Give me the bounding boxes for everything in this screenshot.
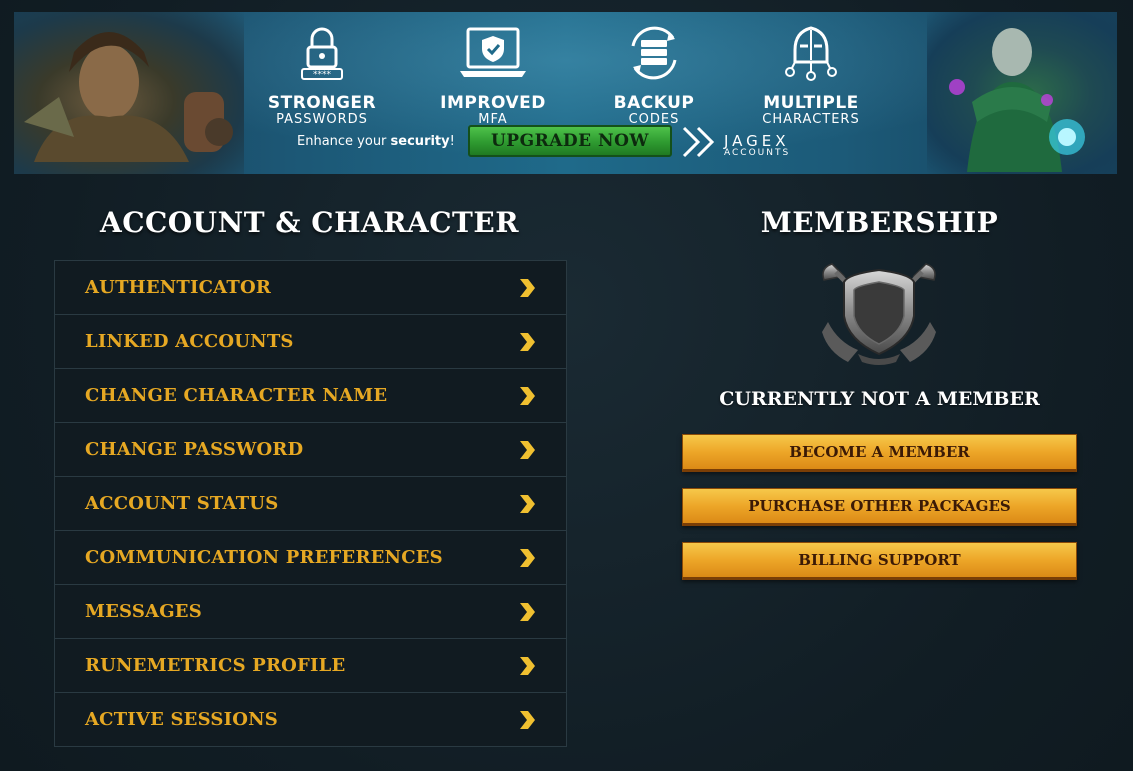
enhance-bold: security bbox=[390, 134, 450, 149]
menu-item-label: ACTIVE SESSIONS bbox=[85, 709, 278, 730]
helmet-characters-icon bbox=[785, 26, 837, 81]
feature-title: IMPROVED bbox=[440, 93, 546, 113]
chevron-right-icon bbox=[520, 603, 535, 621]
menu-item-label: CHANGE PASSWORD bbox=[85, 439, 304, 460]
chevron-right-icon bbox=[520, 495, 535, 513]
chevron-right-icon bbox=[520, 657, 535, 675]
menu-item-label: AUTHENTICATOR bbox=[85, 277, 271, 298]
menu-item-change-password[interactable]: CHANGE PASSWORD bbox=[55, 423, 566, 477]
menu-item-change-character-name[interactable]: CHANGE CHARACTER NAME bbox=[55, 369, 566, 423]
brand-sub: ACCOUNTS bbox=[724, 148, 791, 158]
membership-emblem-icon bbox=[822, 263, 936, 365]
membership-heading: MEMBERSHIP bbox=[760, 206, 999, 239]
mage-hero-illustration bbox=[927, 12, 1117, 174]
menu-item-label: LINKED ACCOUNTS bbox=[85, 331, 294, 352]
feature-title: STRONGER bbox=[267, 93, 377, 113]
feature-backup-codes: BACKUP CODES bbox=[579, 24, 729, 128]
feature-subtitle: PASSWORDS bbox=[276, 112, 368, 127]
chevron-right-icon bbox=[520, 441, 535, 459]
menu-item-messages[interactable]: MESSAGES bbox=[55, 585, 566, 639]
billing-support-button[interactable]: BILLING SUPPORT bbox=[682, 542, 1077, 580]
menu-item-account-status[interactable]: ACCOUNT STATUS bbox=[55, 477, 566, 531]
menu-item-runemetrics-profile[interactable]: RUNEMETRICS PROFILE bbox=[55, 639, 566, 693]
brand-word: JAGEX bbox=[724, 132, 790, 150]
chevron-right-icon bbox=[520, 279, 535, 297]
feature-title: BACKUP bbox=[613, 93, 695, 113]
menu-item-label: CHANGE CHARACTER NAME bbox=[85, 385, 388, 406]
feature-improved-mfa: IMPROVED MFA bbox=[418, 24, 568, 128]
account-menu: AUTHENTICATOR LINKED ACCOUNTS CHANGE CHA… bbox=[54, 260, 567, 747]
purchase-other-packages-button[interactable]: PURCHASE OTHER PACKAGES bbox=[682, 488, 1077, 526]
feature-multiple-characters: MULTIPLE CHARACTERS bbox=[736, 24, 886, 128]
upgrade-now-button[interactable]: UPGRADE NOW bbox=[468, 125, 672, 157]
feature-title: MULTIPLE bbox=[763, 93, 859, 113]
membership-status-text: CURRENTLY NOT A MEMBER bbox=[719, 388, 1040, 410]
menu-item-authenticator[interactable]: AUTHENTICATOR bbox=[55, 261, 566, 315]
chevron-right-icon bbox=[520, 387, 535, 405]
account-character-heading: ACCOUNT & CHARACTER bbox=[100, 206, 519, 239]
menu-item-label: COMMUNICATION PREFERENCES bbox=[85, 547, 443, 568]
jagex-logo-icon bbox=[682, 126, 716, 166]
enhance-security-text: Enhance your security! bbox=[297, 134, 455, 149]
become-member-button[interactable]: BECOME A MEMBER bbox=[682, 434, 1077, 472]
chevron-right-icon bbox=[520, 333, 535, 351]
warrior-hero-illustration bbox=[14, 12, 244, 174]
enhance-suffix: ! bbox=[449, 134, 455, 149]
svg-text:****: **** bbox=[313, 70, 332, 80]
menu-item-label: RUNEMETRICS PROFILE bbox=[85, 655, 346, 676]
menu-item-communication-preferences[interactable]: COMMUNICATION PREFERENCES bbox=[55, 531, 566, 585]
menu-item-label: ACCOUNT STATUS bbox=[85, 493, 279, 514]
backup-codes-icon bbox=[631, 26, 677, 80]
enhance-prefix: Enhance your bbox=[297, 134, 391, 149]
menu-item-active-sessions[interactable]: ACTIVE SESSIONS bbox=[55, 693, 566, 746]
feature-stronger-passwords: **** STRONGER PASSWORDS bbox=[247, 24, 397, 128]
menu-item-label: MESSAGES bbox=[85, 601, 202, 622]
jagex-accounts-logo: JAGEX ACCOUNTS bbox=[682, 126, 790, 166]
chevron-right-icon bbox=[520, 711, 535, 729]
chevron-right-icon bbox=[520, 549, 535, 567]
security-promo-banner[interactable]: **** STRONGER PASSWORDS IMPROVED MFA BAC… bbox=[14, 12, 1117, 174]
padlock-password-icon: **** bbox=[301, 27, 343, 80]
menu-item-linked-accounts[interactable]: LINKED ACCOUNTS bbox=[55, 315, 566, 369]
laptop-shield-icon bbox=[460, 27, 526, 77]
